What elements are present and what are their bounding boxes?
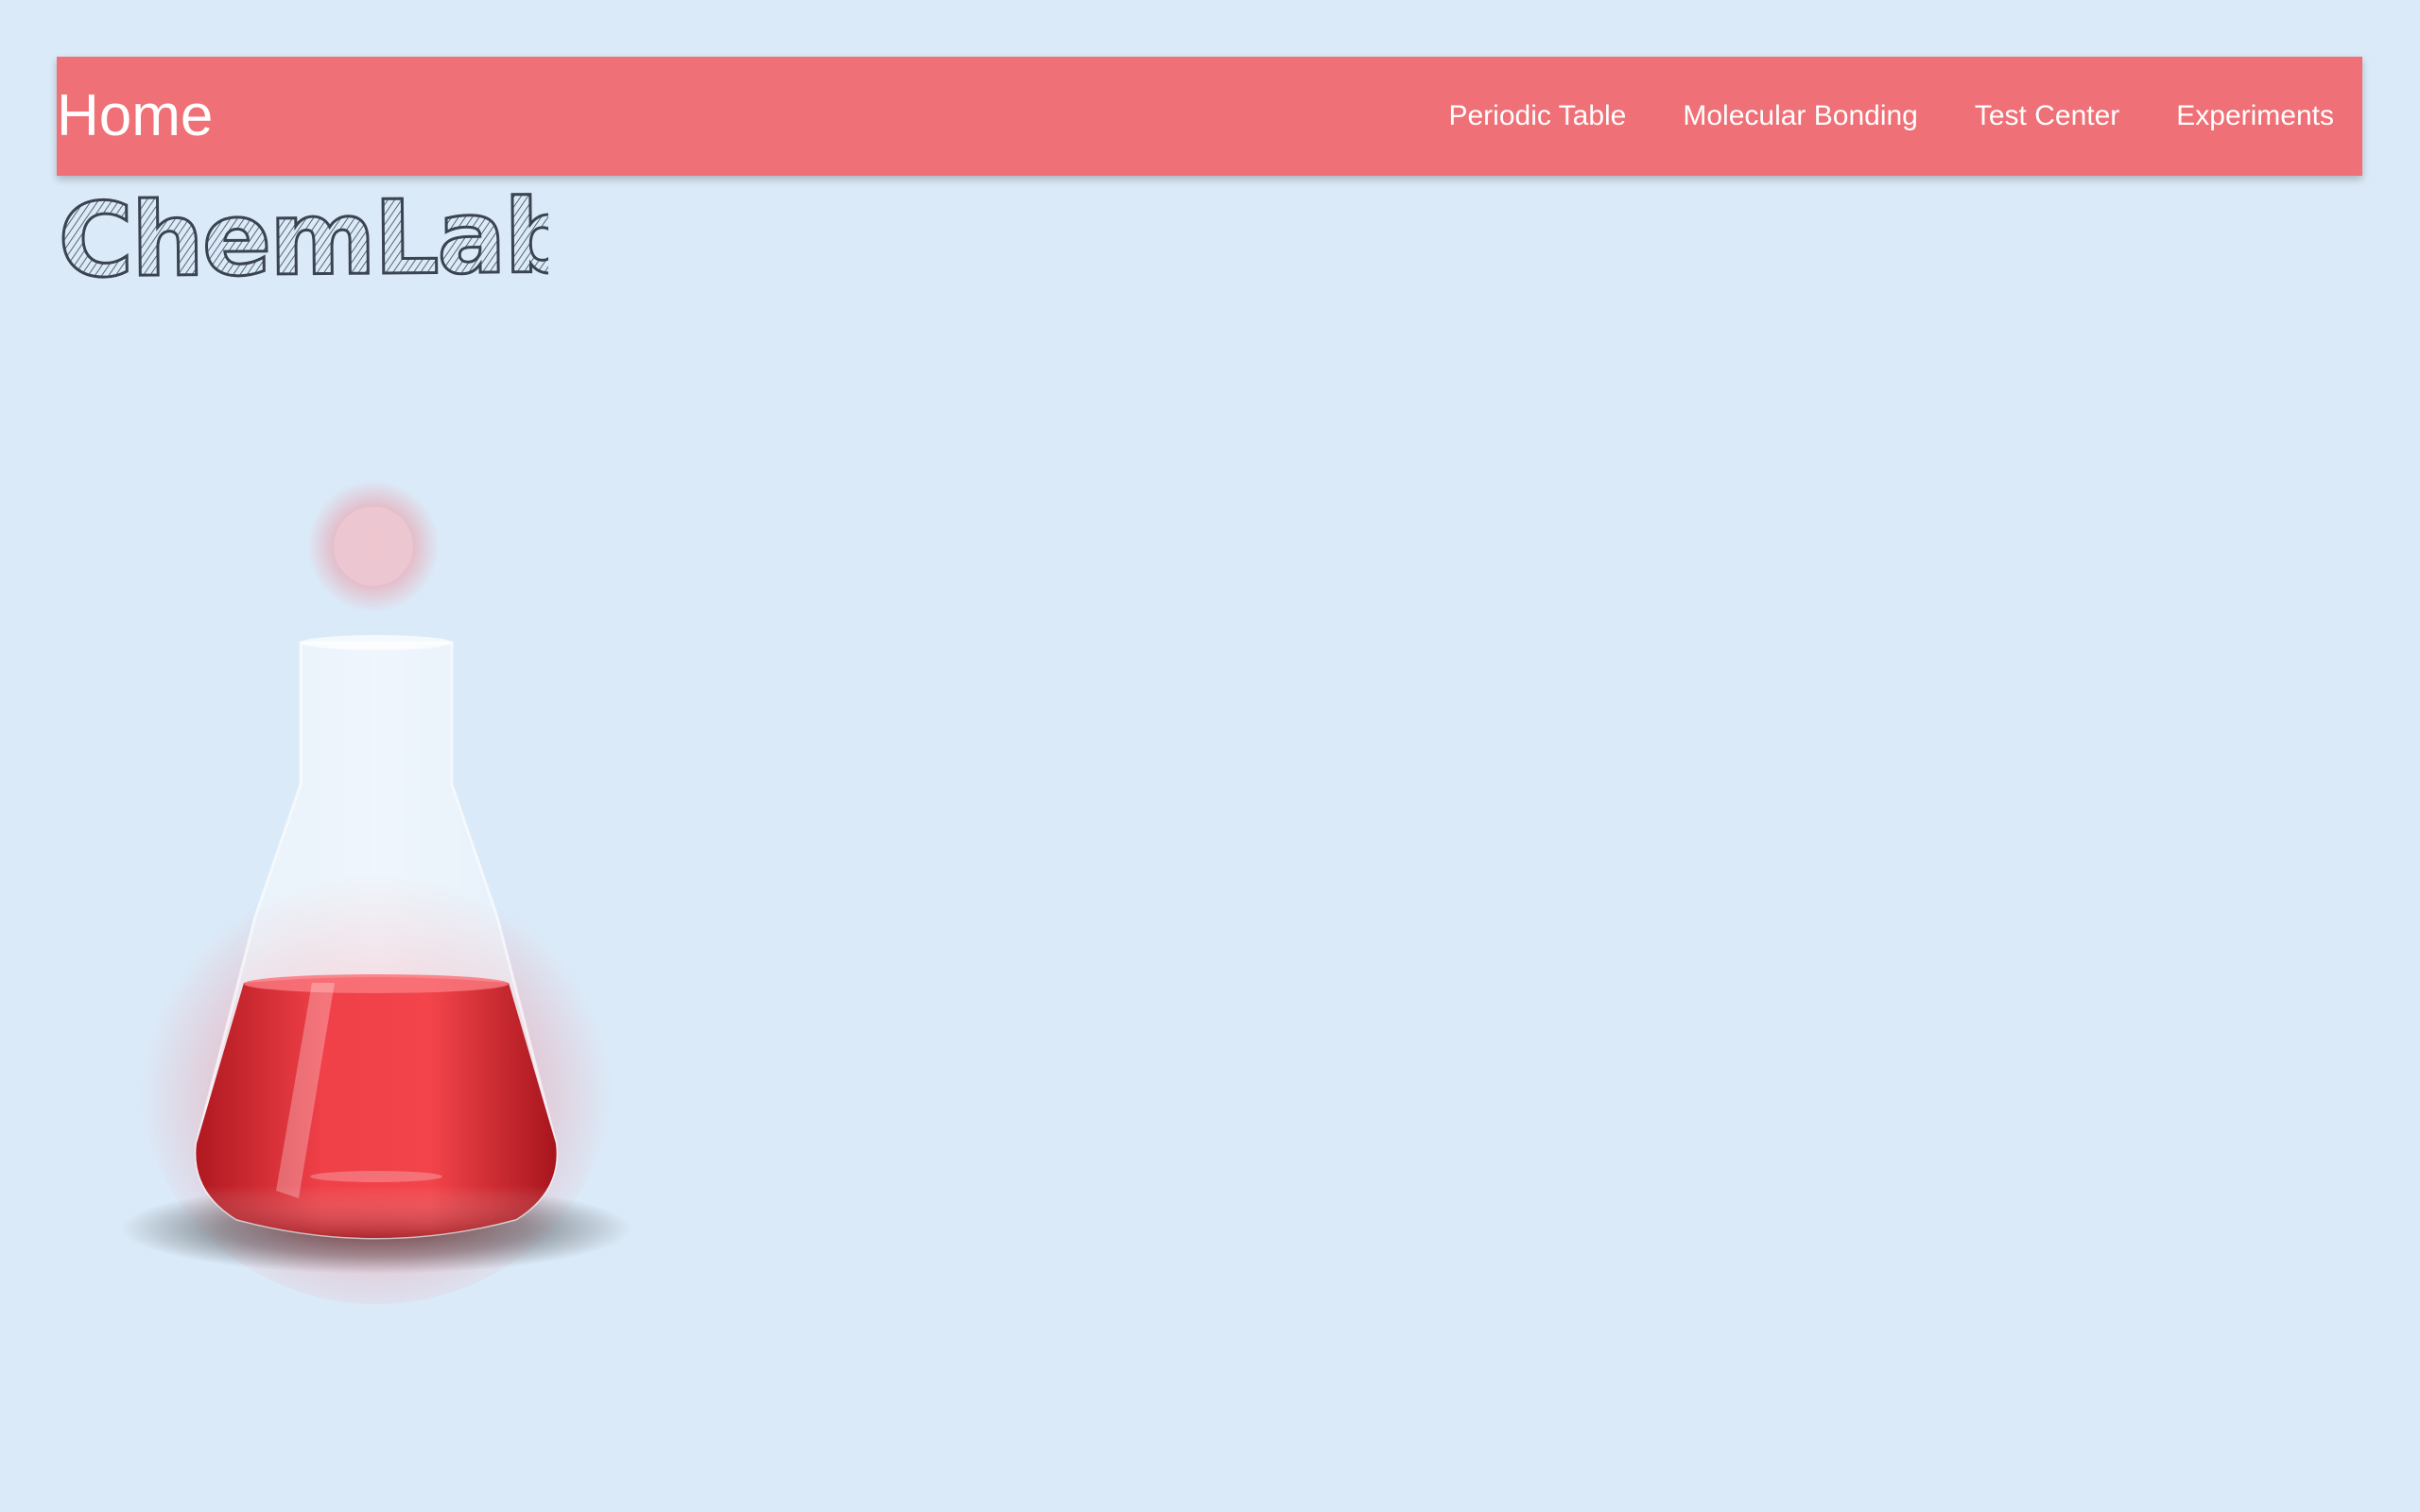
nav-link-experiments[interactable]: Experiments xyxy=(2176,100,2334,132)
logo-text: ChemLab xyxy=(58,181,548,295)
top-navbar: Home Periodic Table Molecular Bonding Te… xyxy=(57,57,2362,176)
nav-link-molecular-bonding[interactable]: Molecular Bonding xyxy=(1683,100,1917,132)
home-link[interactable]: Home xyxy=(57,87,213,146)
nav-link-periodic-table[interactable]: Periodic Table xyxy=(1448,100,1626,132)
flask-icon xyxy=(121,480,631,1304)
nav-link-test-center[interactable]: Test Center xyxy=(1975,100,2119,132)
chemlab-logo: ChemLab xyxy=(57,181,548,295)
nav-links: Periodic Table Molecular Bonding Test Ce… xyxy=(1392,100,2334,132)
